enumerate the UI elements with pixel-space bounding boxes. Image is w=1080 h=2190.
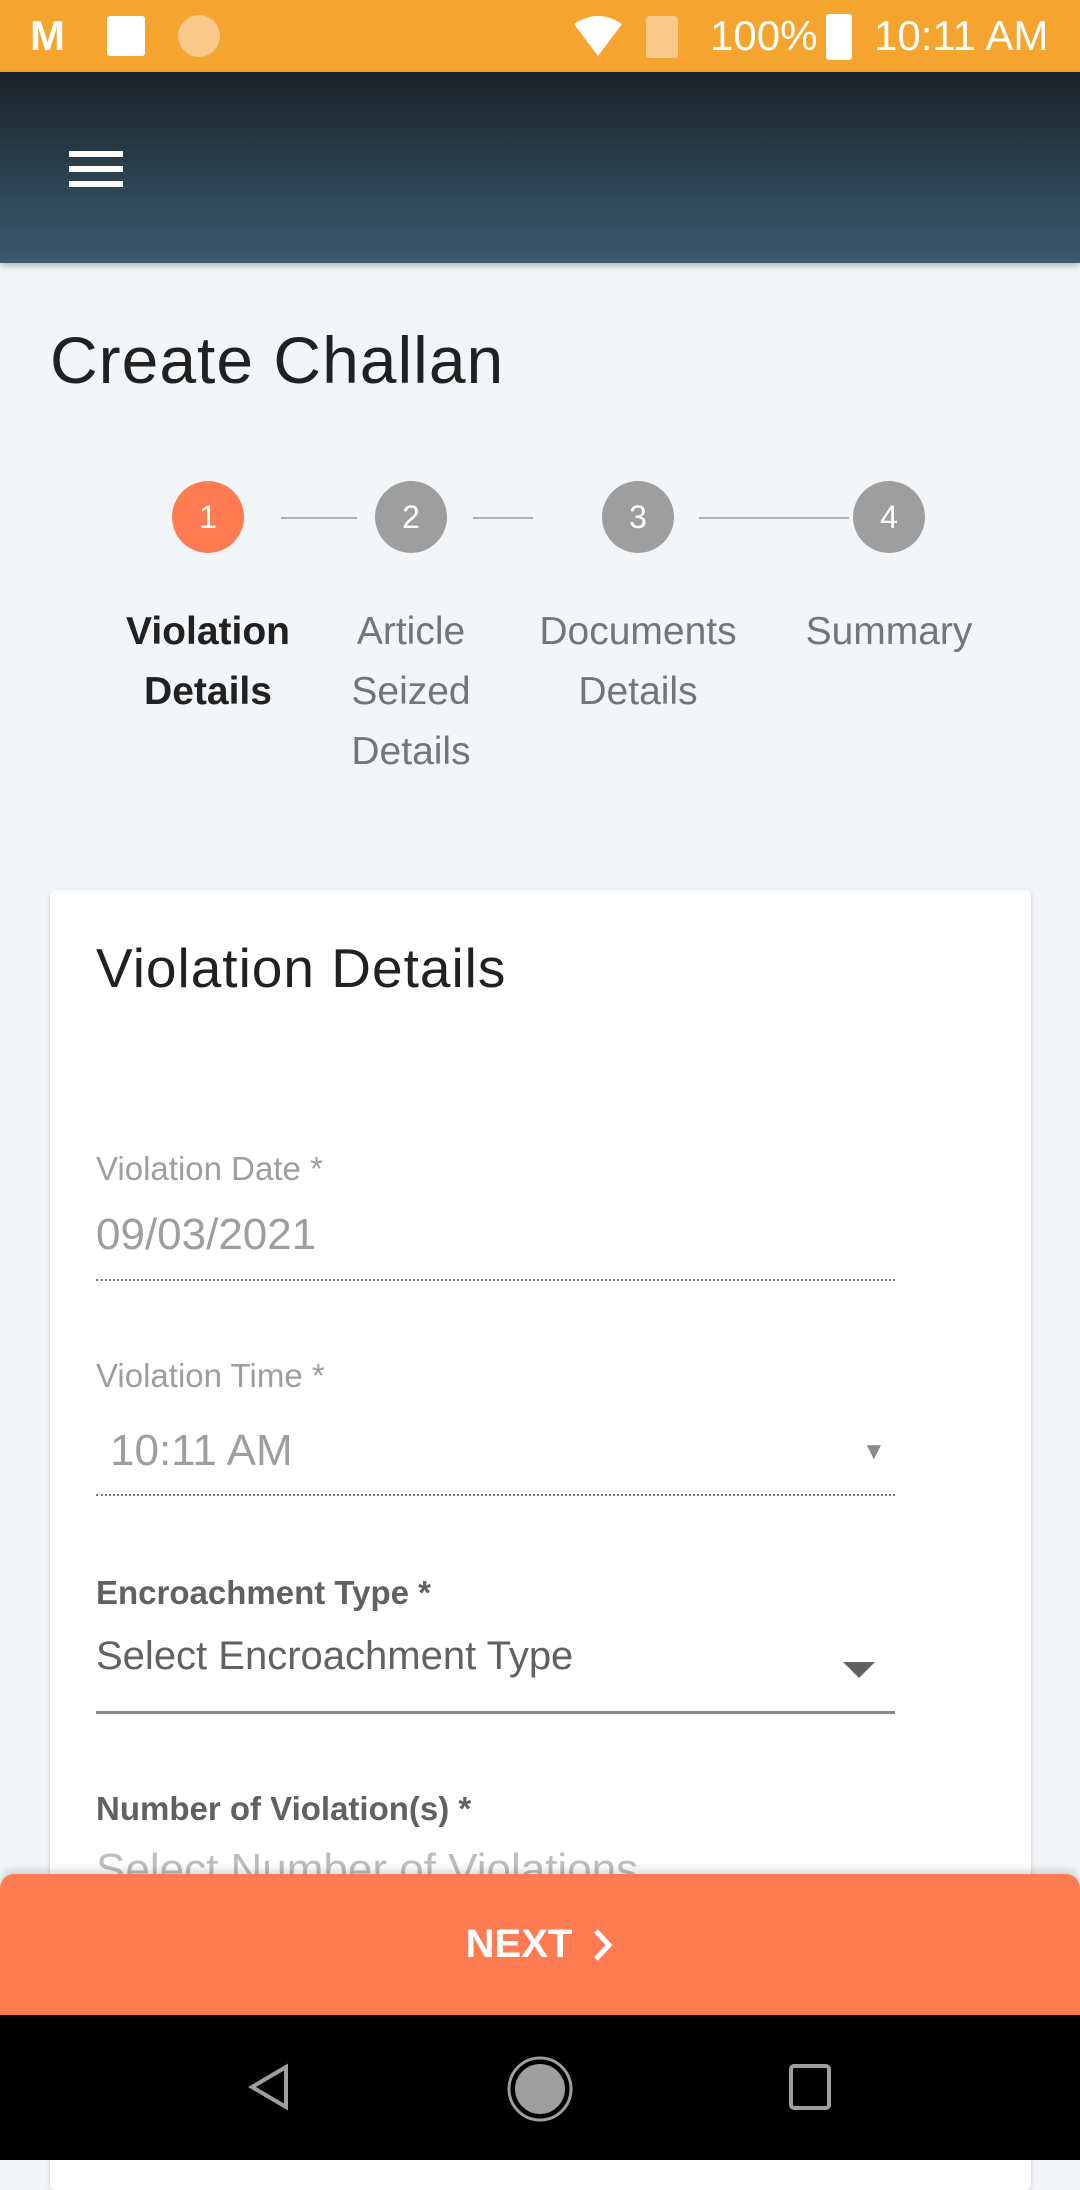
step-4-label[interactable]: Summary [769, 602, 1009, 662]
dropdown-arrow-icon[interactable] [843, 1662, 875, 1678]
step-3-circle[interactable]: 3 [602, 481, 674, 553]
step-4-circle[interactable]: 4 [853, 481, 925, 553]
step-2-circle[interactable]: 2 [375, 481, 447, 553]
recents-icon[interactable] [788, 2063, 832, 2111]
step-3-label[interactable]: Documents Details [518, 602, 758, 722]
back-icon[interactable] [248, 2063, 290, 2111]
encroachment-type-label: Encroachment Type * [96, 1574, 431, 1611]
next-label: NEXT [465, 1922, 573, 1966]
clock: 10:11 AM [874, 12, 1049, 59]
violation-time-label: Violation Time * [96, 1357, 325, 1394]
dropdown-arrow-icon[interactable]: ▼ [862, 1438, 886, 1466]
hamburger-menu-icon[interactable] [60, 142, 132, 198]
field-underline [96, 1279, 895, 1281]
step-connector [473, 517, 533, 519]
step-connector [281, 517, 357, 519]
step-connector [699, 517, 849, 519]
chevron-right-icon [594, 1928, 613, 1961]
field-underline [96, 1494, 895, 1496]
app-bar [0, 72, 1080, 263]
violation-date-field[interactable]: 09/03/2021 [96, 1210, 316, 1260]
gmail-icon: M [30, 12, 65, 59]
app-icon [178, 15, 220, 57]
step-1-label[interactable]: Violation Details [88, 602, 328, 722]
violation-date-label: Violation Date * [96, 1150, 323, 1187]
encroachment-type-select[interactable]: Select Encroachment Type [96, 1634, 573, 1679]
violation-time-field[interactable]: 10:11 AM [110, 1426, 293, 1476]
battery-percent: 100% [710, 12, 818, 59]
field-underline [96, 1711, 895, 1714]
gallery-icon [107, 16, 145, 56]
step-2-label[interactable]: Article Seized Details [331, 602, 491, 782]
number-of-violations-label: Number of Violation(s) * [96, 1790, 472, 1827]
home-icon[interactable] [506, 2055, 574, 2123]
card-title: Violation Details [96, 937, 507, 999]
next-button[interactable]: NEXT [0, 1874, 1080, 2015]
page-title: Create Challan [50, 323, 505, 397]
step-1-circle[interactable]: 1 [172, 481, 244, 553]
system-nav-bar [0, 2015, 1080, 2160]
no-sim-icon [646, 16, 678, 58]
status-bar: M 100% 10:11 AM [0, 0, 1080, 72]
battery-charging-icon [826, 14, 852, 60]
wifi-icon [574, 16, 622, 56]
